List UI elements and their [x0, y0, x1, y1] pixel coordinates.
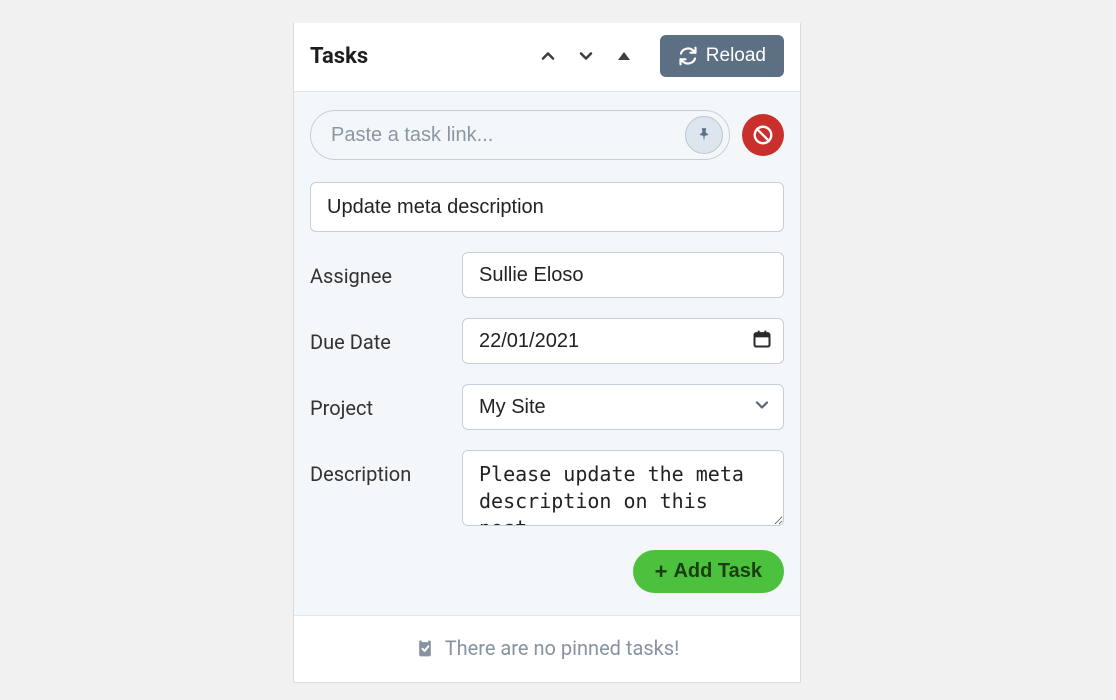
cancel-button[interactable]: [742, 114, 784, 156]
chevron-down-icon: [576, 46, 596, 66]
action-row: + Add Task: [310, 550, 784, 593]
panel-footer: There are no pinned tasks!: [294, 615, 800, 682]
assignee-row: Assignee: [310, 252, 784, 298]
add-task-button[interactable]: + Add Task: [633, 550, 784, 593]
pin-button[interactable]: [685, 116, 723, 154]
panel-title: Tasks: [310, 44, 368, 69]
project-row: Project: [310, 384, 784, 430]
due-date-input[interactable]: [462, 318, 784, 364]
caret-up-icon: [616, 48, 632, 64]
assignee-control: [462, 252, 784, 298]
description-textarea[interactable]: [462, 450, 784, 526]
pin-icon: [695, 126, 713, 144]
panel-header: Tasks Reload: [294, 23, 800, 92]
panel-body: Assignee Due Date: [294, 92, 800, 615]
collapse-button[interactable]: [612, 44, 636, 68]
assignee-label: Assignee: [310, 262, 450, 288]
clipboard-check-icon: [415, 638, 435, 658]
project-select[interactable]: [462, 384, 784, 430]
project-label: Project: [310, 394, 450, 420]
project-control: [462, 384, 784, 430]
task-link-pill: [310, 110, 730, 160]
plus-icon: +: [655, 561, 668, 583]
due-date-control: [462, 318, 784, 364]
task-title-input[interactable]: [310, 182, 784, 232]
tasks-panel: Tasks Reload: [293, 23, 801, 683]
due-date-label: Due Date: [310, 328, 450, 354]
assignee-input[interactable]: [462, 252, 784, 298]
task-link-input[interactable]: [331, 124, 685, 147]
description-label: Description: [310, 450, 450, 486]
description-control: [462, 450, 784, 530]
header-controls: Reload: [536, 35, 784, 77]
description-row: Description: [310, 450, 784, 530]
add-task-label: Add Task: [673, 560, 762, 583]
next-button[interactable]: [574, 44, 598, 68]
reload-icon: [678, 46, 698, 66]
reload-button[interactable]: Reload: [660, 35, 784, 77]
prohibited-icon: [752, 124, 774, 146]
reload-label: Reload: [706, 45, 766, 67]
empty-pinned-text: There are no pinned tasks!: [445, 636, 680, 660]
link-row: [310, 110, 784, 160]
prev-button[interactable]: [536, 44, 560, 68]
chevron-up-icon: [538, 46, 558, 66]
due-date-row: Due Date: [310, 318, 784, 364]
